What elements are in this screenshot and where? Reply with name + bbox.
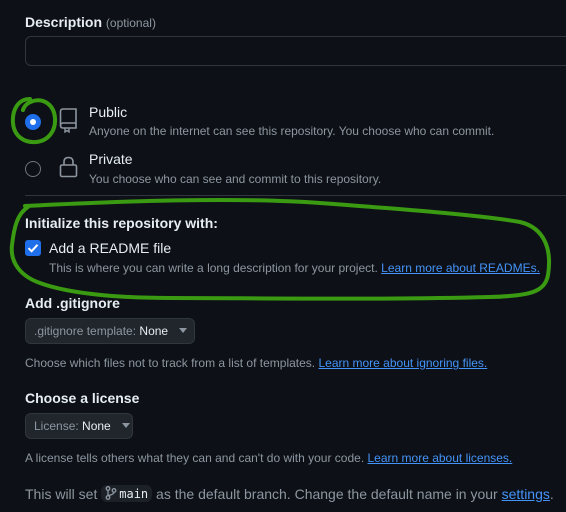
private-radio[interactable] [25, 161, 41, 177]
readme-desc: This is where you can write a long descr… [49, 261, 540, 275]
caret-down-icon [179, 328, 188, 334]
description-label: Description (optional) [25, 14, 156, 30]
lock-icon [58, 155, 80, 184]
readme-desc-text: This is where you can write a long descr… [49, 261, 378, 275]
license-help-text: A license tells others what they can and… [25, 451, 365, 465]
description-input[interactable] [25, 36, 566, 66]
description-label-text: Description [25, 14, 103, 30]
branch-name: main [119, 487, 149, 501]
check-icon [27, 244, 39, 253]
settings-link[interactable]: settings [502, 486, 550, 502]
gitignore-dropdown-prefix: .gitignore template: [34, 324, 137, 338]
repo-icon [58, 107, 80, 138]
readme-learn-more-link[interactable]: Learn more about READMEs. [381, 261, 540, 275]
gitignore-template-dropdown[interactable]: .gitignore template: None [25, 318, 195, 344]
license-dropdown[interactable]: License: None [25, 413, 133, 439]
new-repo-form: Description (optional) Public Anyone on … [0, 0, 566, 512]
default-branch-note: This will set main as the default branch… [25, 485, 554, 502]
public-radio[interactable] [25, 114, 41, 130]
readme-label[interactable]: Add a README file [49, 240, 171, 256]
private-title: Private [89, 151, 133, 167]
branch-suffix: . [549, 486, 554, 502]
readme-checkbox[interactable] [25, 240, 41, 256]
license-heading: Choose a license [25, 390, 140, 406]
license-dropdown-value: None [82, 419, 111, 433]
branch-middle-text: as the default branch. Change the defaul… [156, 486, 498, 502]
gitignore-help-text: Choose which files not to track from a l… [25, 356, 316, 370]
gitignore-dropdown-value: None [139, 324, 169, 338]
section-divider [25, 195, 566, 196]
gitignore-help: Choose which files not to track from a l… [25, 356, 487, 370]
public-desc: Anyone on the internet can see this repo… [89, 124, 495, 138]
license-help: A license tells others what they can and… [25, 451, 512, 465]
gitignore-heading: Add .gitignore [25, 295, 120, 311]
git-branch-icon [105, 486, 117, 500]
init-heading: Initialize this repository with: [25, 215, 218, 231]
branch-prefix: This will set [25, 486, 98, 502]
private-desc: You choose who can see and commit to thi… [89, 172, 382, 186]
gitignore-learn-more-link[interactable]: Learn more about ignoring files. [318, 356, 487, 370]
optional-hint: (optional) [105, 16, 156, 30]
public-title: Public [89, 104, 128, 120]
license-dropdown-prefix: License: [34, 419, 79, 433]
branch-pill: main [101, 485, 153, 502]
caret-down-icon [122, 423, 131, 429]
license-learn-more-link[interactable]: Learn more about licenses. [368, 451, 513, 465]
